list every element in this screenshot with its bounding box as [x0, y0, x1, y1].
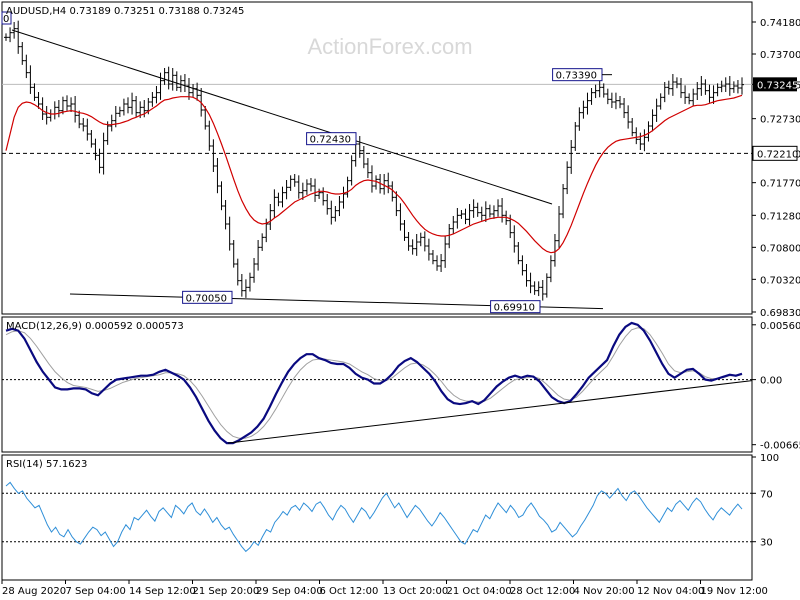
annotation-low-label: 0.70050	[186, 293, 227, 304]
rsi-lines	[2, 481, 752, 553]
macd-main-line	[5, 321, 743, 445]
macd-tick-label: -0.006656	[760, 441, 800, 452]
price-tick-label: 0.72730	[760, 115, 800, 126]
time-tick-label: 21 Sep 20:00	[193, 586, 260, 597]
time-tick-label: 21 Oct 04:00	[447, 586, 512, 597]
price-tick-label: 0.73700	[760, 50, 800, 61]
time-tick-label: 19 Nov 12:00	[701, 586, 768, 597]
time-tick-label: 4 Nov 20:00	[574, 586, 635, 597]
rsi-tick-label: 100	[760, 453, 779, 464]
current-price-label: 0.73245	[757, 80, 798, 91]
time-tick-label: 12 Nov 04:00	[637, 586, 704, 597]
watermark-text: ActionForex.com	[307, 34, 472, 59]
time-tick-label: 28 Aug 2020	[2, 586, 66, 597]
price-tick-label: 0.71770	[760, 179, 800, 190]
time-tick-label: 28 Oct 12:00	[510, 586, 575, 597]
price-tick-label: 0.71280	[760, 211, 800, 222]
time-tick-label: 29 Sep 04:00	[256, 586, 323, 597]
macd-tick-label: 0.00	[760, 376, 782, 387]
macd-lines	[2, 321, 753, 445]
rsi-tick-label: 30	[760, 538, 773, 549]
time-tick-label: 14 Sep 12:00	[129, 586, 196, 597]
price-tick-label: 0.74180	[760, 18, 800, 29]
macd-tick-label: 0.005607	[760, 321, 800, 332]
time-tick-label: 7 Sep 04:00	[66, 586, 126, 597]
rsi-axis: 100 70 30	[752, 453, 779, 549]
macd-axis: 0.005607 0.00 -0.006656	[752, 321, 800, 452]
price-trendlines	[11, 29, 604, 310]
time-tick-label: 13 Oct 20:00	[383, 586, 448, 597]
rsi-title: RSI(14) 57.1623	[6, 459, 87, 470]
macd-title: MACD(12,26,9) 0.000592 0.000573	[6, 321, 184, 332]
price-level-lines	[2, 83, 752, 154]
price-tick-label: 0.70800	[760, 243, 800, 254]
price-axis: 0.74180 0.73700 0.73245 0.72730 0.72210 0.717…	[752, 18, 800, 319]
rsi-tick-label: 70	[760, 489, 773, 500]
annotation-bottom-label: 0.69910	[494, 303, 535, 314]
rsi-panel-frame	[1, 454, 753, 581]
macd-trendline	[227, 380, 753, 444]
price-tick-label: 0.69830	[760, 308, 800, 319]
annotation-high-label: 0.73390	[556, 71, 597, 82]
annotation-swing-label: 0.72430	[310, 135, 351, 146]
level-price-label: 0.72210	[757, 149, 798, 160]
moving-average-line	[5, 94, 743, 254]
price-title: AUDUSD,H4 0.73189 0.73251 0.73188 0.7324…	[6, 6, 244, 17]
chart-root: ActionForex.com 0.73390 0.72430 0.70050 0.6…	[1, 1, 800, 597]
price-tick-label: 0.70320	[760, 275, 800, 286]
price-bars	[4, 20, 744, 301]
time-tick-label: 6 Oct 12:00	[320, 586, 379, 597]
time-axis: 28 Aug 2020 7 Sep 04:00 14 Sep 12:0021 Sep…	[1, 580, 768, 597]
moving-average-path	[5, 94, 743, 254]
rsi-line	[5, 481, 743, 553]
